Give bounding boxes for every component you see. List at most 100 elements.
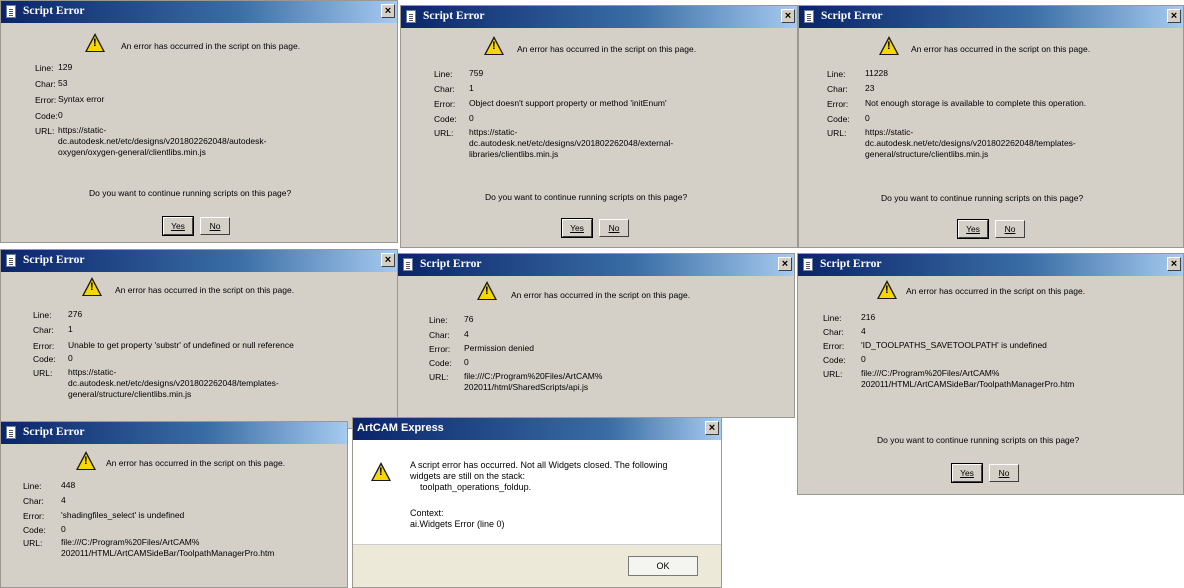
ok-button[interactable]: OK	[628, 556, 698, 576]
error-label: Error:	[827, 99, 849, 109]
url-label: URL:	[35, 126, 55, 136]
error-message: An error has occurred in the script on t…	[121, 41, 301, 51]
title-bar: Script Error ×	[401, 6, 797, 28]
char-value: 1	[469, 83, 474, 93]
yes-button[interactable]: Yes	[162, 216, 194, 236]
script-error-dialog-7: Script Error ! An error has occurred in …	[0, 421, 348, 588]
code-label: Code:	[827, 114, 850, 124]
no-button[interactable]: No	[995, 220, 1025, 238]
yes-button[interactable]: Yes	[957, 219, 989, 239]
url-line-1: file:///C:/Program%20Files/ArtCAM%	[861, 368, 1000, 378]
char-value: 4	[464, 329, 469, 339]
url-line-2: dc.autodesk.net/etc/designs/v20180226204…	[68, 378, 279, 388]
code-value: 0	[68, 353, 73, 363]
close-button[interactable]: ×	[1167, 257, 1181, 271]
line-label: Line:	[823, 313, 842, 323]
close-button[interactable]: ×	[381, 253, 395, 267]
dialog-body: ! A script error has occurred. Not all W…	[353, 440, 721, 587]
dialog-title: Script Error	[420, 258, 482, 270]
yes-button[interactable]: Yes	[951, 463, 983, 483]
continue-question: Do you want to continue running scripts …	[881, 193, 1084, 203]
code-value: 0	[61, 524, 66, 534]
script-error-dialog-6: Script Error × ! An error has occurred i…	[797, 253, 1184, 495]
code-label: Code:	[33, 354, 56, 364]
context-label: Context:	[410, 508, 444, 518]
char-value: 23	[865, 83, 875, 93]
error-value: 'ID_TOOLPATHS_SAVETOOLPATH' is undefined	[861, 340, 1047, 350]
url-line-1: https://static-	[68, 367, 117, 377]
error-value: Permission denied	[464, 343, 534, 353]
line-label: Line:	[23, 481, 42, 491]
close-button[interactable]: ×	[781, 9, 795, 23]
url-label: URL:	[33, 368, 53, 378]
code-label: Code:	[35, 111, 58, 121]
warning-icon: !	[477, 281, 497, 300]
code-label: Code:	[23, 525, 46, 535]
line-value: 759	[469, 68, 484, 78]
dialog-title: Script Error	[820, 258, 882, 270]
error-message: An error has occurred in the script on t…	[106, 458, 286, 468]
char-label: Char:	[33, 325, 54, 335]
url-line-2: 202011/HTML/ArtCAMSideBar/ToolpathManage…	[861, 379, 1075, 389]
error-label: Error:	[35, 95, 57, 105]
url-line-1: https://static-	[58, 125, 107, 135]
no-button[interactable]: No	[599, 219, 629, 237]
char-value: 1	[68, 324, 73, 334]
document-icon	[804, 10, 814, 23]
char-label: Char:	[35, 79, 56, 89]
error-label: Error:	[23, 511, 45, 521]
title-bar: Script Error	[1, 422, 347, 444]
char-label: Char:	[429, 330, 450, 340]
line-value: 448	[61, 480, 76, 490]
close-button[interactable]: ×	[381, 4, 395, 18]
line-label: Line:	[429, 315, 448, 325]
document-icon	[6, 5, 16, 18]
document-icon	[6, 254, 16, 267]
line-value: 216	[861, 312, 876, 322]
no-button[interactable]: No	[200, 217, 230, 235]
dialog-footer: OK	[353, 544, 721, 587]
line-value: 11228	[865, 68, 889, 78]
url-label: URL:	[827, 128, 847, 138]
error-message: An error has occurred in the script on t…	[115, 285, 295, 295]
code-value: 0	[58, 110, 63, 120]
continue-question: Do you want to continue running scripts …	[89, 188, 292, 198]
title-bar: ArtCAM Express ×	[353, 418, 721, 440]
artcam-express-dialog: ArtCAM Express × ! A script error has oc…	[352, 417, 722, 588]
document-icon	[803, 258, 813, 271]
warning-icon: !	[877, 280, 897, 299]
url-line-3: general/structure/clientlibs.min.js	[865, 149, 989, 159]
url-line-2: dc.autodesk.net/etc/designs/v20180226204…	[865, 138, 1076, 148]
close-button[interactable]: ×	[1167, 9, 1181, 23]
error-value: Not enough storage is available to compl…	[865, 98, 1087, 108]
title-bar: Script Error ×	[798, 254, 1183, 276]
document-icon	[6, 426, 16, 439]
url-label: URL:	[434, 128, 454, 138]
script-error-dialog-2: Script Error × ! An error has occurred i…	[400, 5, 798, 248]
error-label: Error:	[429, 344, 451, 354]
code-value: 0	[464, 357, 469, 367]
message-line-2: widgets are still on the stack:	[410, 471, 526, 481]
title-bar: Script Error ×	[1, 1, 397, 23]
dialog-title: Script Error	[821, 10, 883, 22]
no-button[interactable]: No	[989, 464, 1019, 482]
warning-icon: !	[85, 33, 105, 52]
yes-button[interactable]: Yes	[561, 218, 593, 238]
code-label: Code:	[434, 114, 457, 124]
url-line-2: 202011/HTML/ArtCAMSideBar/ToolpathManage…	[61, 548, 275, 558]
close-button[interactable]: ×	[705, 421, 719, 435]
error-value: Object doesn't support property or metho…	[469, 98, 667, 108]
char-value: 53	[58, 78, 68, 88]
close-button[interactable]: ×	[778, 257, 792, 271]
title-bar: Script Error ×	[1, 250, 397, 272]
error-message: An error has occurred in the script on t…	[906, 286, 1086, 296]
error-value: Syntax error	[58, 94, 105, 104]
url-label: URL:	[23, 538, 43, 548]
message-line-3: toolpath_operations_foldup.	[410, 482, 532, 492]
char-value: 4	[61, 495, 66, 505]
title-bar: Script Error ×	[398, 254, 794, 276]
url-line-1: https://static-	[865, 127, 914, 137]
code-value: 0	[861, 354, 866, 364]
code-value: 0	[469, 113, 474, 123]
document-icon	[403, 258, 413, 271]
